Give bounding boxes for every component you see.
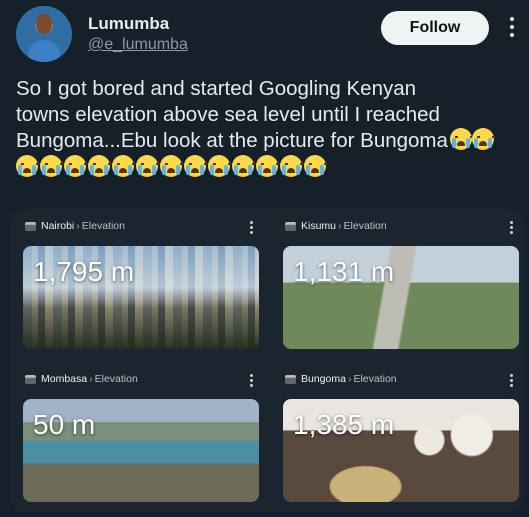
- tweet-line-1: So I got bored and started Googling Keny…: [16, 77, 417, 100]
- location-image-icon: [285, 221, 296, 231]
- card-label: Bungoma › Elevation: [271, 362, 523, 396]
- card-metric: Elevation: [343, 220, 387, 232]
- card-city: Nairobi: [41, 220, 75, 232]
- tweet-header: Lumumba @e_lumumba Follow: [14, 6, 519, 64]
- loudly-crying-face-icon: [16, 155, 39, 177]
- kebab-menu-icon: [510, 374, 513, 389]
- loudly-crying-face-icon: [256, 155, 279, 177]
- location-image-icon: [25, 221, 36, 231]
- tweet-text: So I got bored and started Googling Keny…: [16, 76, 516, 157]
- breadcrumb-separator: ›: [347, 373, 352, 385]
- card-mombasa: Mombasa › Elevation 50 m: [11, 362, 263, 508]
- tweet-line-3-text: Bungoma...Ebu look at the picture for Bu…: [16, 129, 448, 152]
- city-photo: 50 m: [23, 399, 259, 502]
- tweet-line-2: towns elevation above sea level until I …: [16, 103, 440, 126]
- card-nairobi: Nairobi › Elevation 1,795 m: [11, 209, 263, 355]
- loudly-crying-face-icon: [304, 155, 327, 177]
- card-city: Mombasa: [41, 373, 88, 385]
- card-label: Nairobi › Elevation: [11, 209, 263, 243]
- card-metric: Elevation: [353, 373, 397, 385]
- follow-button[interactable]: Follow: [381, 11, 489, 45]
- city-photo: 1,795 m: [23, 246, 259, 349]
- loudly-crying-face-icon: [64, 155, 87, 177]
- card-bungoma: Bungoma › Elevation 1,385 m: [271, 362, 523, 508]
- card-label: Mombasa › Elevation: [11, 362, 263, 396]
- card-kisumu: Kisumu › Elevation 1,131 m: [271, 209, 523, 355]
- author-name[interactable]: Lumumba: [88, 14, 169, 34]
- loudly-crying-face-icon: [40, 155, 63, 177]
- kebab-menu-icon: [510, 221, 513, 236]
- loudly-crying-face-icon: [112, 155, 135, 177]
- breadcrumb-separator: ›: [76, 220, 80, 232]
- tweet-line-3: Bungoma...Ebu look at the picture for Bu…: [16, 128, 516, 157]
- city-photo: 1,131 m: [283, 246, 519, 349]
- loudly-crying-face-icon: [136, 155, 159, 177]
- card-city: Bungoma: [301, 373, 346, 385]
- elevation-value: 1,131 m: [293, 256, 395, 287]
- breadcrumb-separator: ›: [338, 220, 342, 232]
- loudly-crying-face-icon: [449, 128, 473, 150]
- card-city: Kisumu: [301, 220, 337, 232]
- emoji-row: [16, 155, 327, 177]
- loudly-crying-face-icon: [184, 155, 207, 177]
- elevation-value: 1,795 m: [33, 256, 135, 287]
- loudly-crying-face-icon: [208, 155, 231, 177]
- author-handle[interactable]: @e_lumumba: [88, 36, 188, 54]
- breadcrumb-separator: ›: [89, 373, 93, 385]
- tweet-image[interactable]: Nairobi › Elevation 1,795 m Kisumu › Ele…: [11, 209, 523, 512]
- card-metric: Elevation: [81, 220, 125, 232]
- more-options-icon[interactable]: [510, 17, 514, 41]
- inline-emojis: [449, 128, 495, 157]
- avatar[interactable]: [16, 6, 72, 62]
- elevation-value: 50 m: [33, 409, 96, 440]
- location-image-icon: [25, 374, 36, 384]
- kebab-menu-icon: [250, 374, 253, 389]
- city-photo: 1,385 m: [283, 399, 519, 502]
- kebab-menu-icon: [250, 221, 253, 236]
- loudly-crying-face-icon: [232, 155, 255, 177]
- card-label: Kisumu › Elevation: [271, 209, 523, 243]
- elevation-value: 1,385 m: [293, 409, 395, 440]
- card-metric: Elevation: [94, 373, 138, 385]
- loudly-crying-face-icon: [160, 155, 183, 177]
- loudly-crying-face-icon: [88, 155, 111, 177]
- location-image-icon: [285, 374, 296, 384]
- loudly-crying-face-icon: [471, 128, 495, 150]
- loudly-crying-face-icon: [280, 155, 303, 177]
